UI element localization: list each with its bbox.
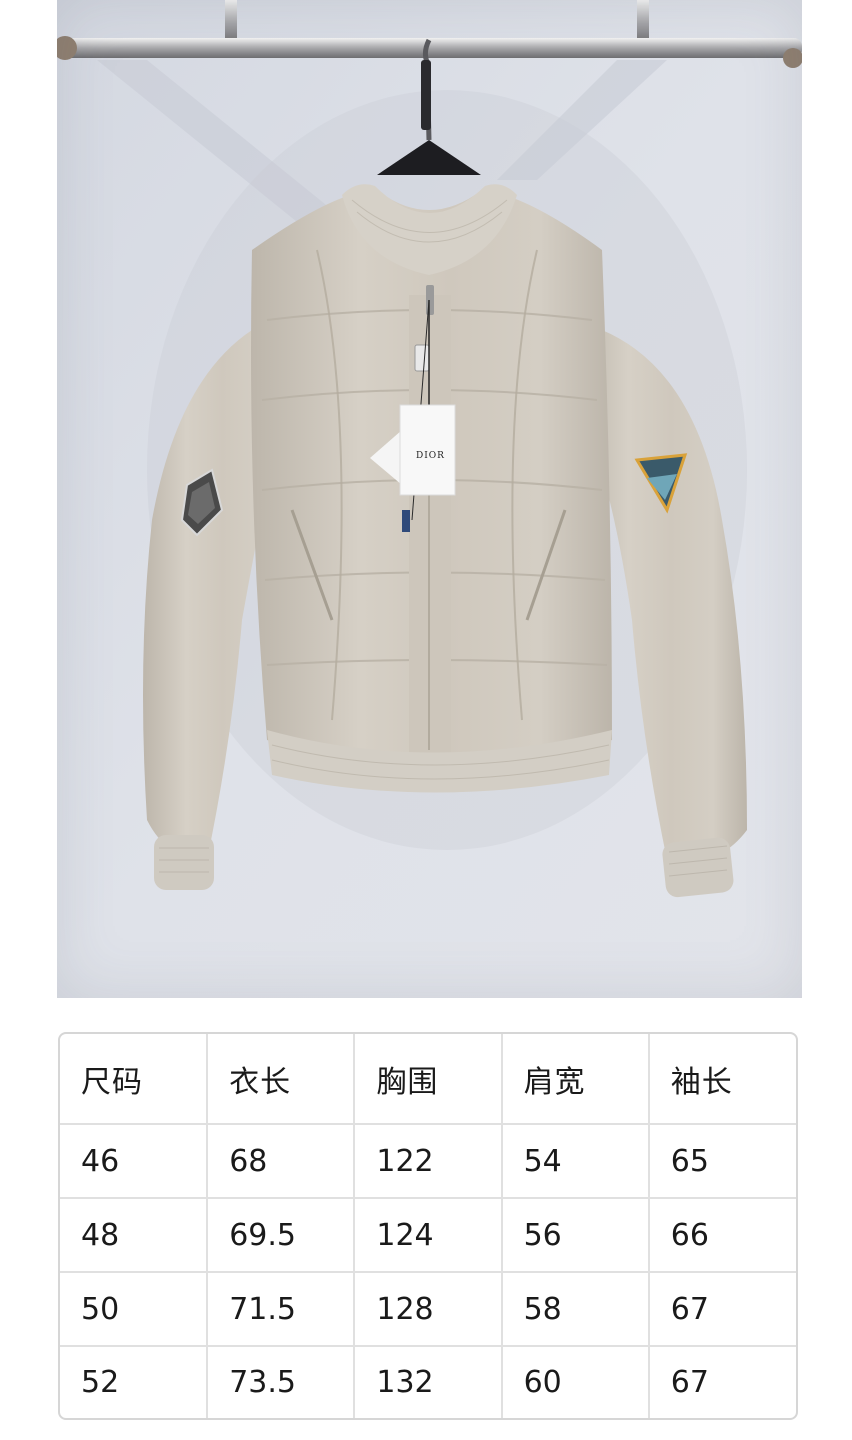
cell-size: 48 bbox=[60, 1197, 209, 1273]
cell-chest: 128 bbox=[353, 1271, 503, 1347]
cell-shoulder: 60 bbox=[500, 1345, 650, 1418]
cell-sleeve: 65 bbox=[647, 1123, 796, 1199]
cell-length: 69.5 bbox=[206, 1197, 356, 1273]
cell-length: 71.5 bbox=[206, 1271, 356, 1347]
cell-chest: 132 bbox=[353, 1345, 503, 1418]
header-chest: 胸围 bbox=[353, 1034, 503, 1125]
size-chart: 尺码 衣长 胸围 肩宽 袖长 46 68 122 54 65 48 69.5 1… bbox=[58, 1032, 798, 1420]
cell-length: 68 bbox=[206, 1123, 356, 1199]
cell-sleeve: 67 bbox=[647, 1271, 796, 1347]
header-size: 尺码 bbox=[60, 1034, 209, 1125]
cell-size: 52 bbox=[60, 1345, 209, 1418]
cell-sleeve: 67 bbox=[647, 1345, 796, 1418]
header-shoulder: 肩宽 bbox=[500, 1034, 650, 1125]
cell-shoulder: 56 bbox=[500, 1197, 650, 1273]
cell-shoulder: 54 bbox=[500, 1123, 650, 1199]
header-length: 衣长 bbox=[206, 1034, 356, 1125]
cell-shoulder: 58 bbox=[500, 1271, 650, 1347]
table-row: 48 69.5 124 56 66 bbox=[60, 1197, 796, 1273]
product-photo[interactable]: DIOR bbox=[57, 0, 802, 998]
size-chart-table: 尺码 衣长 胸围 肩宽 袖长 46 68 122 54 65 48 69.5 1… bbox=[60, 1034, 796, 1418]
header-sleeve: 袖长 bbox=[647, 1034, 796, 1125]
cell-size: 46 bbox=[60, 1123, 209, 1199]
cell-sleeve: 66 bbox=[647, 1197, 796, 1273]
hang-tag-brand-text: DIOR bbox=[416, 451, 445, 461]
table-row: 50 71.5 128 58 67 bbox=[60, 1271, 796, 1347]
cell-length: 73.5 bbox=[206, 1345, 356, 1418]
product-detail-page: DIOR 尺码 衣长 胸围 肩宽 袖长 46 68 122 54 65 48 6… bbox=[0, 0, 852, 1440]
cell-chest: 122 bbox=[353, 1123, 503, 1199]
cell-chest: 124 bbox=[353, 1197, 503, 1273]
size-chart-header-row: 尺码 衣长 胸围 肩宽 袖长 bbox=[60, 1034, 796, 1125]
table-row: 46 68 122 54 65 bbox=[60, 1123, 796, 1199]
cell-size: 50 bbox=[60, 1271, 209, 1347]
table-row: 52 73.5 132 60 67 bbox=[60, 1345, 796, 1418]
